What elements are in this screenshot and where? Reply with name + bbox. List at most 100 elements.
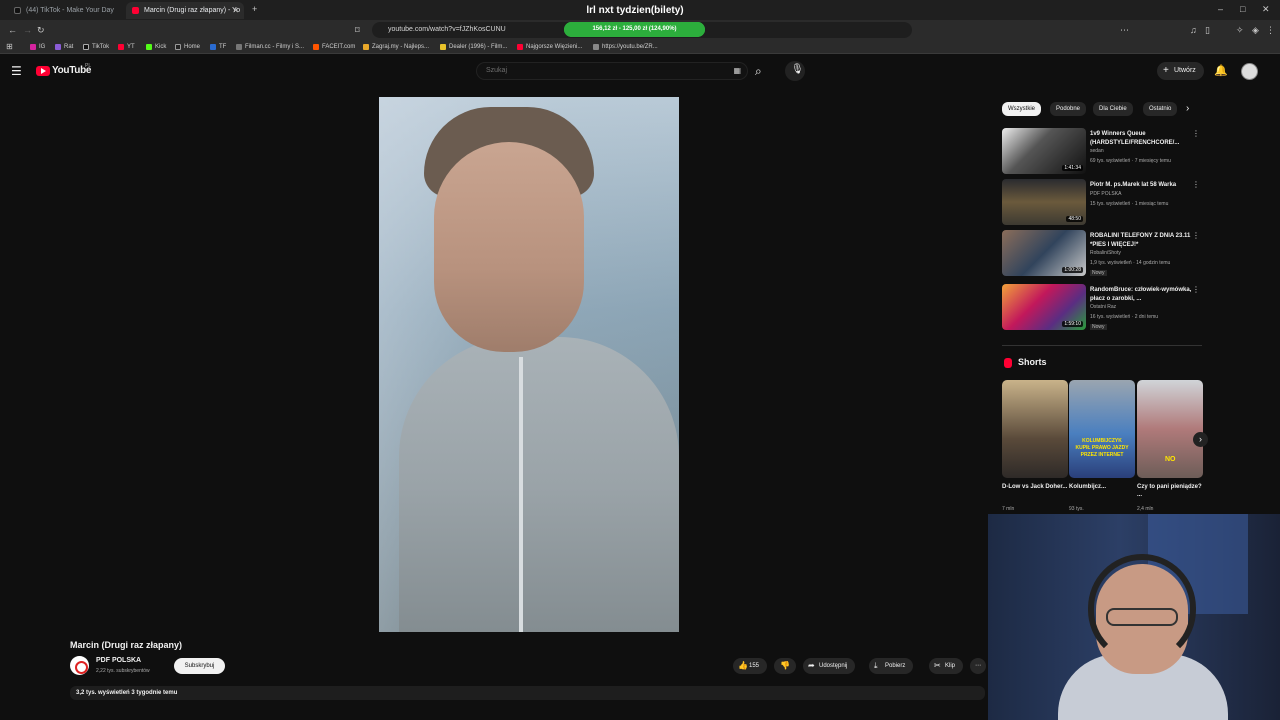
like-count: 155: [749, 663, 760, 669]
more-options-icon[interactable]: ⋮: [1192, 285, 1200, 294]
recommendation-item[interactable]: 48:50 Piotr M. ps.Marek lat 58 Warka PDF…: [1002, 179, 1202, 225]
bookmark-dealer[interactable]: Dealer (1996) - Film...: [440, 42, 507, 52]
back-icon[interactable]: ←: [8, 25, 17, 35]
recommendation-item[interactable]: 1:41:34 1v9 Winners Queue (HARDSTYLE/FRE…: [1002, 128, 1202, 174]
close-window-icon[interactable]: ✕: [1262, 4, 1270, 14]
bookmark-tiktok[interactable]: TikTok: [83, 42, 109, 52]
duration-badge: 48:50: [1066, 216, 1083, 222]
channel-avatar[interactable]: [70, 656, 89, 675]
bookmark-kick[interactable]: Kick: [146, 42, 166, 52]
more-icon: ⋯: [975, 663, 981, 669]
short-overlay-text: NO: [1165, 456, 1176, 463]
new-badge: Nowy: [1090, 324, 1107, 330]
shield-icon[interactable]: ◈: [1252, 25, 1259, 35]
subscribe-button[interactable]: Subskrybuj: [174, 658, 225, 674]
bookmark-yt[interactable]: YT: [118, 42, 135, 52]
bookmark-wiezienia[interactable]: Najgorsze Więzieni...: [517, 42, 582, 52]
bookmark-rat[interactable]: Rat: [55, 42, 73, 52]
tab-tiktok[interactable]: (44) TikTok - Make Your Day: [8, 2, 123, 19]
more-options-icon[interactable]: ⋮: [1192, 129, 1200, 138]
dislike-button[interactable]: 👎: [774, 658, 796, 674]
recommendation-item[interactable]: 1:00:28 ROBALINI TELEFONY Z DNIA 23.11 *…: [1002, 230, 1202, 276]
download-button[interactable]: ⤓ Pobierz: [869, 658, 914, 674]
recommendation-thumbnail[interactable]: 48:50: [1002, 179, 1086, 225]
chevron-right-icon: ›: [1199, 434, 1202, 444]
menu-icon[interactable]: ⋮: [1266, 25, 1275, 35]
bookmark-filman[interactable]: Filman.cc - Filmy i S...: [236, 42, 304, 52]
more-options-icon[interactable]: ⋮: [1192, 180, 1200, 189]
hamburger-menu-icon[interactable]: ☰: [11, 64, 22, 78]
shorts-next-button[interactable]: ›: [1193, 432, 1208, 447]
new-tab-icon[interactable]: +: [252, 4, 257, 14]
chip-podobne[interactable]: Podobne: [1050, 102, 1087, 116]
bookmark-youtu-be[interactable]: https://youtu.be/ZR...: [593, 42, 658, 52]
search-icon[interactable]: ⌕: [755, 64, 762, 78]
more-actions-button[interactable]: ⋯: [970, 658, 986, 674]
microphone-icon: 🎙: [791, 64, 804, 75]
description-box[interactable]: 3,2 tys. wyświetleń 3 tygodnie temu: [70, 686, 985, 700]
duration-badge: 1:00:28: [1062, 267, 1083, 273]
thumbs-down-icon: 👎: [780, 661, 790, 670]
short-title[interactable]: D-Low vs Jack Doher...: [1002, 483, 1068, 491]
share-button[interactable]: ➦ Udostępnij: [803, 658, 856, 674]
recommendation-item[interactable]: 1:59:10 RandomBruce: człowiek-wymówka, p…: [1002, 284, 1202, 330]
share-label: Udostępnij: [819, 663, 848, 669]
chevron-right-icon[interactable]: ›: [1186, 103, 1189, 114]
chip-ostatnio[interactable]: Ostatnio: [1143, 102, 1178, 116]
recommendation-title[interactable]: RandomBruce: człowiek-wymówka, płacz o z…: [1090, 286, 1194, 304]
bookmark-zagraj[interactable]: Zagraj.my - Najleps...: [363, 42, 429, 52]
new-badge: Nowy: [1090, 270, 1107, 276]
puzzle-icon[interactable]: ✧: [1236, 25, 1244, 35]
short-thumbnail[interactable]: [1002, 380, 1068, 478]
maximize-icon[interactable]: □: [1240, 4, 1245, 14]
apps-grid-icon[interactable]: ⊞: [6, 42, 13, 52]
notifications-bell-icon[interactable]: 🔔: [1214, 64, 1228, 78]
sidebar-icon[interactable]: ▯: [1205, 25, 1210, 35]
chip-wszystkie[interactable]: Wszystkie: [1002, 102, 1041, 116]
more-options-icon[interactable]: ⋮: [1192, 231, 1200, 240]
recommendation-thumbnail[interactable]: 1:00:28: [1002, 230, 1086, 276]
tab-youtube[interactable]: Marcin (Drugi raz złapany) - Yo ✕: [126, 2, 244, 19]
recommendation-channel: PDF POLSKA: [1090, 191, 1122, 197]
reload-icon[interactable]: ↻: [37, 25, 45, 35]
like-button[interactable]: 👍 155: [733, 658, 768, 674]
recommendation-thumbnail[interactable]: 1:59:10: [1002, 284, 1086, 330]
video-player[interactable]: [379, 97, 679, 632]
forward-icon[interactable]: →: [23, 25, 32, 35]
media-icon[interactable]: ♫: [1190, 25, 1197, 35]
webcam-overlay: [988, 514, 1280, 720]
bookmark-icon[interactable]: ⌑: [355, 25, 360, 35]
recommendation-channel: sedan: [1090, 148, 1104, 154]
minimize-icon[interactable]: –: [1218, 4, 1223, 14]
donation-goal-bar: 156,12 zł - 125,00 zł (124,90%): [564, 22, 705, 37]
youtube-favicon-icon: [132, 7, 139, 14]
recommendation-title[interactable]: Piotr M. ps.Marek lat 58 Warka: [1090, 181, 1194, 190]
keyboard-icon[interactable]: ▦: [733, 63, 741, 79]
short-title[interactable]: Czy to pani pieniądze? ...: [1137, 483, 1203, 499]
short-thumbnail[interactable]: KOLUMBIJCZYK KUPIŁ PRAWO JAZDY PRZEZ INT…: [1069, 380, 1135, 478]
clip-label: Klip: [945, 663, 956, 669]
bookmark-faceit[interactable]: FACEIT.com: [313, 42, 355, 52]
channel-name[interactable]: PDF POLSKA: [96, 657, 141, 664]
close-tab-icon[interactable]: ✕: [232, 2, 239, 19]
clip-button[interactable]: ✂ Klip: [929, 658, 964, 674]
youtube-logo-icon[interactable]: [36, 66, 50, 76]
recommendation-thumbnail[interactable]: 1:41:34: [1002, 128, 1086, 174]
bookmark-tf[interactable]: TF: [210, 42, 226, 52]
voice-search-button[interactable]: 🎙: [785, 61, 805, 81]
extensions-icon[interactable]: ⋯: [1120, 25, 1129, 35]
create-button[interactable]: + Utwórz: [1157, 62, 1204, 80]
recommendation-channel: RobaliniShoty: [1090, 250, 1121, 256]
short-title[interactable]: Kolumbijcz...: [1069, 483, 1135, 491]
search-input[interactable]: Szukaj ▦: [476, 62, 748, 80]
recommendation-meta: 16 tys. wyświetleń · 2 dni temu: [1090, 314, 1159, 320]
bookmark-ig[interactable]: IG: [30, 42, 45, 52]
recommendation-title[interactable]: 1v9 Winners Queue (HARDSTYLE/FRENCHCORE/…: [1090, 130, 1194, 148]
chip-dla-ciebie[interactable]: Dla Ciebie: [1093, 102, 1133, 116]
bookmark-home[interactable]: Home: [175, 42, 200, 52]
avatar[interactable]: [1241, 63, 1258, 80]
short-thumbnail[interactable]: NO: [1137, 380, 1203, 478]
recommendation-title[interactable]: ROBALINI TELEFONY Z DNIA 23.11 *PIES I W…: [1090, 232, 1194, 250]
thumbs-up-icon: 👍: [738, 661, 748, 670]
download-label: Pobierz: [885, 663, 906, 669]
